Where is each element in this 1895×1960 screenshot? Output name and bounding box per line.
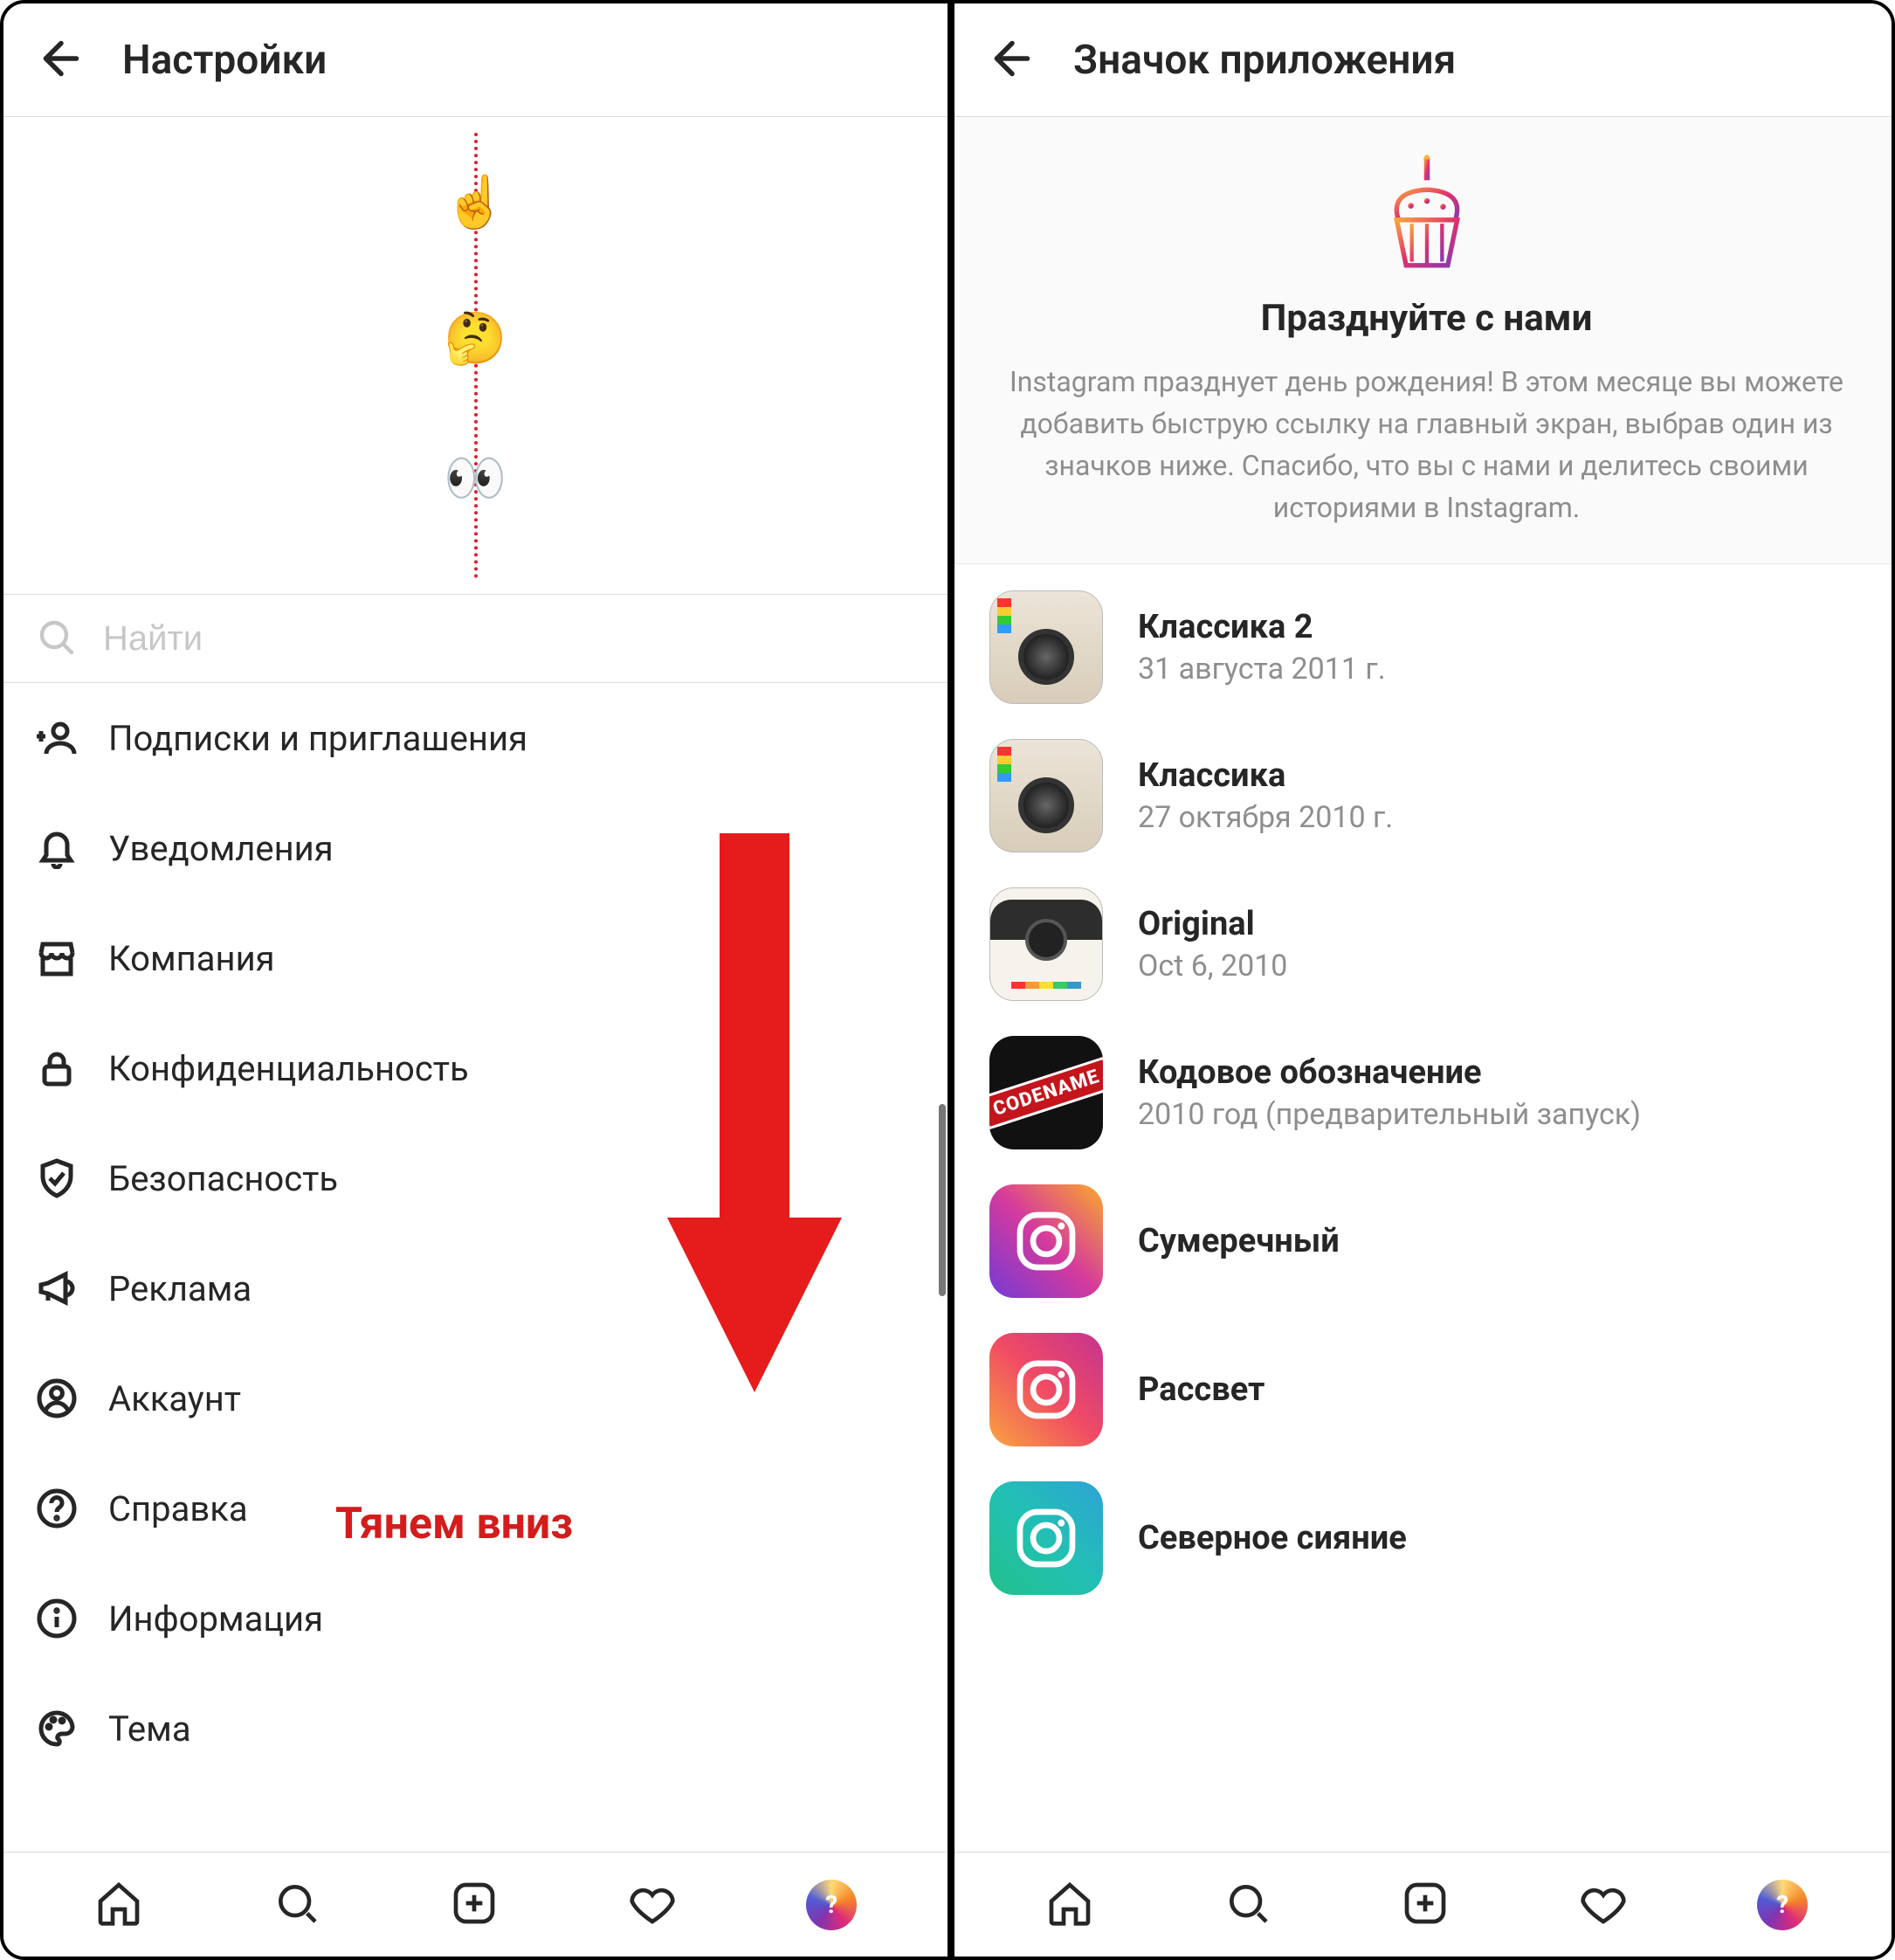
- app-icon-title: Значок приложения: [1073, 37, 1456, 84]
- shield-check-icon: [35, 1156, 79, 1200]
- settings-pane: Настройки ☝️ 🤔 👀 Подписки и приглашения …: [3, 3, 948, 1957]
- app-icon-option-twilight[interactable]: Сумеречный: [954, 1167, 1895, 1315]
- scrollbar-thumb[interactable]: [939, 1104, 946, 1296]
- lock-icon: [35, 1046, 79, 1090]
- hero-title: Празднуйте с нами: [1002, 297, 1851, 340]
- celebrate-hero: Празднуйте с нами Instagram празднует де…: [954, 117, 1895, 564]
- nav-profile-icon[interactable]: [806, 1880, 857, 1930]
- hero-body: Instagram празднует день рождения! В это…: [1002, 361, 1851, 528]
- menu-label: Реклама: [108, 1268, 252, 1309]
- bottom-nav: [3, 1852, 948, 1957]
- aurora-icon-thumb: [989, 1481, 1103, 1595]
- follow-invite-icon: [35, 716, 79, 760]
- nav-profile-icon[interactable]: [1757, 1880, 1808, 1930]
- nav-activity-icon[interactable]: [1579, 1879, 1628, 1931]
- icon-date: Oct 6, 2010: [1138, 949, 1287, 983]
- icon-name: Original: [1138, 905, 1287, 943]
- app-icon-option-original[interactable]: Original Oct 6, 2010: [954, 870, 1895, 1018]
- nav-home-icon[interactable]: [94, 1879, 143, 1931]
- app-icon-option-sunrise[interactable]: Рассвет: [954, 1315, 1895, 1464]
- menu-item-help[interactable]: Справка: [3, 1453, 948, 1563]
- emoji-eyes: 👀: [444, 449, 506, 508]
- menu-label: Подписки и приглашения: [108, 718, 527, 759]
- app-icon-option-codename[interactable]: CODENAME Кодовое обозначение 2010 год (пр…: [954, 1018, 1895, 1167]
- palette-icon: [35, 1707, 79, 1750]
- settings-toolbar: Настройки: [3, 3, 948, 117]
- classic-icon-thumb: [989, 739, 1103, 852]
- menu-label: Информация: [108, 1598, 323, 1639]
- nav-search-icon[interactable]: [272, 1879, 321, 1931]
- bell-icon: [35, 826, 79, 870]
- app-icon-option-aurora[interactable]: Северное сияние: [954, 1464, 1895, 1612]
- nav-add-icon[interactable]: [450, 1879, 499, 1931]
- menu-label: Безопасность: [108, 1158, 338, 1199]
- icon-date: 2010 год (предварительный запуск): [1138, 1097, 1641, 1132]
- app-icon-pane: Значок приложения Праз: [954, 3, 1895, 1957]
- emoji-thinking: 🤔: [444, 309, 506, 369]
- app-icon-option-classic[interactable]: Классика 27 октября 2010 г.: [954, 721, 1895, 870]
- settings-search-row[interactable]: [3, 594, 948, 683]
- menu-label: Конфиденциальность: [108, 1048, 469, 1089]
- menu-item-business[interactable]: Компания: [3, 903, 948, 1013]
- original-icon-thumb: [989, 887, 1103, 1001]
- app-icon-list[interactable]: Классика 2 31 августа 2011 г. Классика 27 …: [954, 564, 1895, 1852]
- store-icon: [35, 936, 79, 980]
- app-icon-option-classic2[interactable]: Классика 2 31 августа 2011 г.: [954, 573, 1895, 721]
- person-circle-icon: [35, 1377, 79, 1420]
- sunrise-icon-thumb: [989, 1333, 1103, 1446]
- nav-add-icon[interactable]: [1401, 1879, 1450, 1931]
- menu-label: Аккаунт: [108, 1378, 241, 1419]
- emoji-finger-up: ☝️: [444, 173, 506, 232]
- search-icon: [35, 616, 77, 661]
- menu-item-account[interactable]: Аккаунт: [3, 1343, 948, 1453]
- cupcake-icon: [1370, 154, 1484, 276]
- menu-label: Тема: [108, 1708, 191, 1750]
- icon-name: Классика 2: [1138, 608, 1386, 646]
- nav-home-icon[interactable]: [1045, 1879, 1094, 1931]
- icon-date: 27 октября 2010 г.: [1138, 800, 1393, 835]
- settings-menu[interactable]: Подписки и приглашения Уведомления Компа…: [3, 683, 948, 1852]
- info-circle-icon: [35, 1597, 79, 1640]
- menu-label: Уведомления: [108, 828, 334, 869]
- icon-name: Классика: [1138, 756, 1393, 795]
- menu-item-ads[interactable]: Реклама: [3, 1233, 948, 1343]
- icon-date: 31 августа 2011 г.: [1138, 652, 1386, 687]
- back-icon[interactable]: [986, 32, 1038, 88]
- icon-name: Северное сияние: [1138, 1519, 1407, 1557]
- twilight-icon-thumb: [989, 1184, 1103, 1298]
- icon-name: Сумеречный: [1138, 1222, 1340, 1260]
- settings-title: Настройки: [122, 37, 327, 84]
- megaphone-icon: [35, 1266, 79, 1310]
- icon-name: Рассвет: [1138, 1370, 1264, 1409]
- menu-item-follow-invite[interactable]: Подписки и приглашения: [3, 683, 948, 793]
- pane-divider: [948, 3, 954, 1957]
- menu-item-theme[interactable]: Тема: [3, 1674, 948, 1784]
- menu-item-privacy[interactable]: Конфиденциальность: [3, 1013, 948, 1123]
- pulldown-easter-egg[interactable]: ☝️ 🤔 👀: [3, 117, 948, 594]
- menu-item-notifications[interactable]: Уведомления: [3, 793, 948, 903]
- menu-label: Компания: [108, 938, 275, 979]
- menu-label: Справка: [108, 1488, 248, 1529]
- settings-search-input[interactable]: [103, 619, 916, 659]
- app-icon-toolbar: Значок приложения: [954, 3, 1895, 117]
- nav-search-icon[interactable]: [1223, 1879, 1272, 1931]
- codename-icon-thumb: CODENAME: [989, 1036, 1103, 1149]
- two-panel-layout: Настройки ☝️ 🤔 👀 Подписки и приглашения …: [0, 0, 1895, 1960]
- classic2-icon-thumb: [989, 590, 1103, 704]
- help-circle-icon: [35, 1487, 79, 1530]
- back-icon[interactable]: [35, 32, 87, 88]
- menu-item-security[interactable]: Безопасность: [3, 1123, 948, 1233]
- menu-item-about[interactable]: Информация: [3, 1563, 948, 1674]
- nav-activity-icon[interactable]: [628, 1879, 677, 1931]
- bottom-nav: [954, 1852, 1895, 1957]
- icon-name: Кодовое обозначение: [1138, 1053, 1641, 1092]
